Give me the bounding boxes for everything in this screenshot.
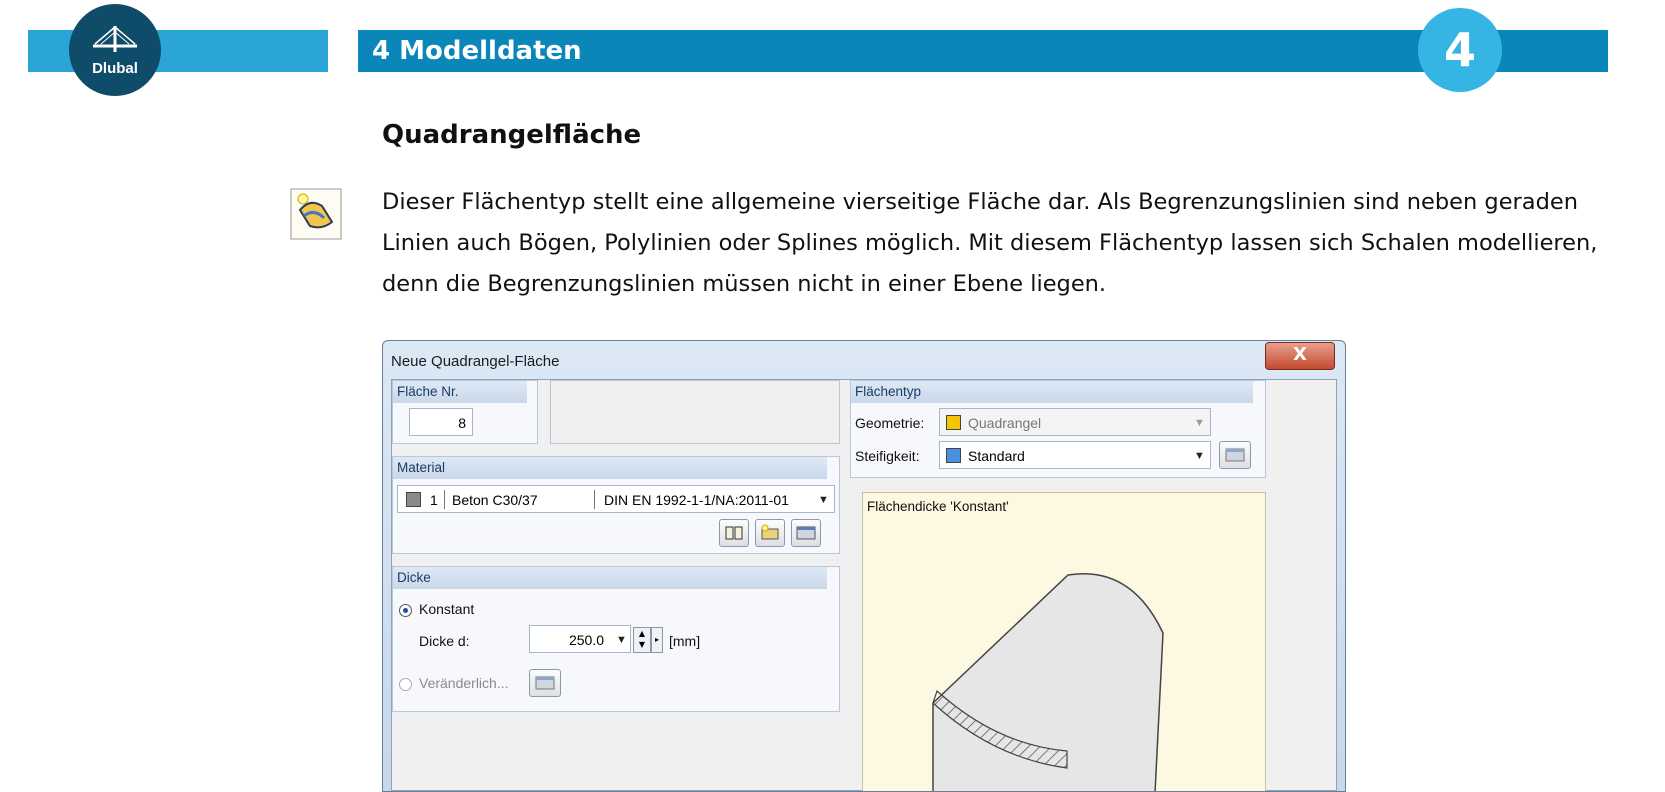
dialog-title: Neue Quadrangel-Fläche <box>391 353 560 370</box>
veraenderlich-edit-button[interactable] <box>529 669 561 697</box>
group-label-flaechentyp: Flächentyp <box>851 381 1253 403</box>
group-label-material: Material <box>393 457 827 479</box>
chevron-down-icon: ▼ <box>1194 417 1205 429</box>
flaeche-nr-input[interactable]: 8 <box>409 408 473 436</box>
material-select[interactable]: 1 Beton C30/37 DIN EN 1992-1-1/NA:2011-0… <box>397 485 835 513</box>
steifigkeit-label: Steifigkeit: <box>855 448 920 464</box>
dicke-d-extra-button[interactable]: ▸ <box>651 627 663 653</box>
bridge-icon <box>93 26 137 52</box>
shell-surface-graphic <box>932 573 1164 791</box>
chapter-number-badge: 4 <box>1418 8 1502 92</box>
steifigkeit-color-swatch <box>946 448 961 463</box>
geometrie-label: Geometrie: <box>855 415 925 431</box>
section-title: Quadrangelfläche <box>382 120 642 150</box>
chapter-title: 4 Modelldaten <box>372 36 582 66</box>
dicke-d-label: Dicke d: <box>419 633 470 649</box>
group-material: Material 1 Beton C30/37 DIN EN 1992-1-1/… <box>392 456 840 554</box>
dicke-unit: [mm] <box>669 633 701 649</box>
steifigkeit-edit-button[interactable] <box>1219 441 1251 469</box>
material-color-swatch <box>406 492 421 507</box>
group-dicke: Dicke Konstant Dicke d: 250.0 ▼ ▲ ▼ ▸ [mm… <box>392 566 840 712</box>
separator <box>444 490 445 509</box>
group-flaeche-nr: Fläche Nr. 8 <box>392 380 538 444</box>
geometrie-select[interactable]: Quadrangel ▼ <box>939 408 1211 436</box>
close-button[interactable]: X <box>1265 342 1335 370</box>
dicke-d-input[interactable]: 250.0 ▼ <box>529 625 631 653</box>
konstant-radio[interactable] <box>399 604 412 617</box>
logo-text: Dlubal <box>92 60 138 77</box>
konstant-label: Konstant <box>419 601 475 617</box>
material-norm: DIN EN 1992-1-1/NA:2011-01 <box>604 492 789 508</box>
chevron-down-icon[interactable]: ▼ <box>1194 442 1205 470</box>
steifigkeit-select[interactable]: Standard ▼ <box>939 441 1211 469</box>
edit-dialog-icon <box>796 526 816 540</box>
geometrie-value: Quadrangel <box>968 415 1042 431</box>
steifigkeit-value: Standard <box>968 448 1025 464</box>
edit-material-button[interactable] <box>791 519 821 547</box>
new-folder-icon <box>761 524 779 540</box>
group-flaechentyp: Flächentyp Geometrie: Quadrangel ▼ Steif… <box>850 380 1266 478</box>
dialog-body: Fläche Nr. 8 Material 1 Beton C30/37 DIN… <box>391 379 1337 791</box>
edit-dialog-icon <box>535 676 555 690</box>
separator <box>594 490 595 509</box>
material-name: Beton C30/37 <box>452 492 538 508</box>
material-library-button[interactable] <box>719 519 749 547</box>
dicke-d-value: 250.0 <box>568 632 604 648</box>
geometrie-color-swatch <box>946 415 961 430</box>
dicke-d-stepper[interactable]: ▲ ▼ <box>633 627 651 653</box>
group-empty <box>550 380 840 444</box>
quadrangle-surface-icon <box>290 188 342 240</box>
section-description: Dieser Flächentyp stellt eine allgemeine… <box>382 189 1598 297</box>
dlubal-logo: Dlubal <box>69 4 161 96</box>
group-label-flaeche-nr: Fläche Nr. <box>393 381 527 403</box>
thickness-preview-panel: Flächendicke 'Konstant' <box>862 492 1266 791</box>
dialog-neue-quadrangel-flaeche: Neue Quadrangel-Fläche X Fläche Nr. 8 Ma… <box>382 340 1346 792</box>
book-icon <box>725 526 743 540</box>
chevron-down-icon[interactable]: ▼ <box>818 486 829 514</box>
new-material-button[interactable] <box>755 519 785 547</box>
veraenderlich-label: Veränderlich... <box>419 675 509 691</box>
group-label-dicke: Dicke <box>393 567 827 589</box>
edit-dialog-icon <box>1225 448 1245 462</box>
veraenderlich-radio[interactable] <box>399 678 412 691</box>
material-number: 1 <box>430 492 438 508</box>
chevron-down-icon[interactable]: ▼ <box>616 626 627 654</box>
